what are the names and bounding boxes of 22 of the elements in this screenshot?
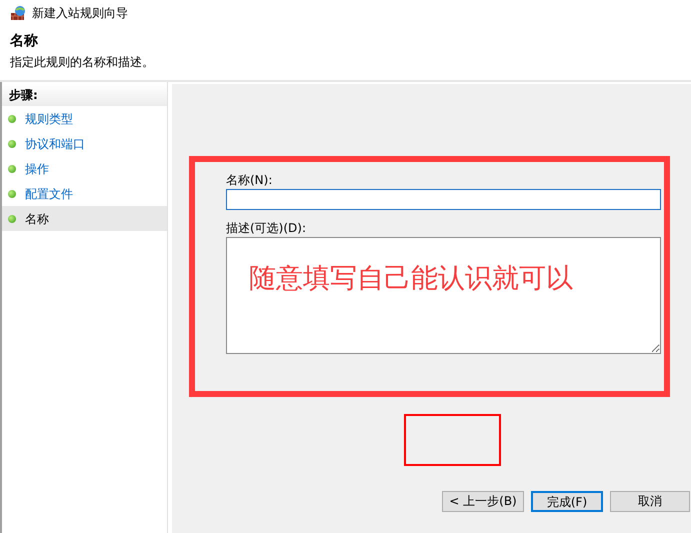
wizard-button[interactable]: 完成(F) bbox=[531, 491, 603, 512]
firewall-icon bbox=[10, 5, 26, 21]
step-item[interactable]: 协议和端口 bbox=[2, 131, 167, 156]
page-title: 名称 bbox=[10, 32, 38, 51]
step-item[interactable]: 操作 bbox=[2, 156, 167, 181]
field-label: 描述(可选)(D): bbox=[226, 221, 306, 235]
window-title: 新建入站规则向导 bbox=[32, 5, 128, 22]
annotation-text: 随意填写自己能认识就可以 bbox=[249, 263, 573, 295]
field-label: 名称(N): bbox=[226, 173, 272, 187]
wizard-button[interactable]: < 上一步(B) bbox=[442, 491, 524, 512]
wizard-button[interactable]: 取消 bbox=[610, 491, 690, 512]
step-item[interactable]: 规则类型 bbox=[2, 106, 167, 131]
status-dot-icon bbox=[8, 214, 16, 222]
step-item[interactable]: 配置文件 bbox=[2, 181, 167, 206]
status-dot-icon bbox=[8, 114, 16, 122]
status-dot-icon bbox=[8, 190, 16, 198]
step-item[interactable]: 名称 bbox=[2, 206, 167, 231]
name-field[interactable] bbox=[226, 189, 661, 210]
page-subtitle: 指定此规则的名称和描述。 bbox=[10, 55, 154, 69]
status-dot-icon bbox=[8, 164, 16, 172]
status-dot-icon bbox=[8, 140, 16, 148]
description-field[interactable] bbox=[226, 237, 661, 354]
